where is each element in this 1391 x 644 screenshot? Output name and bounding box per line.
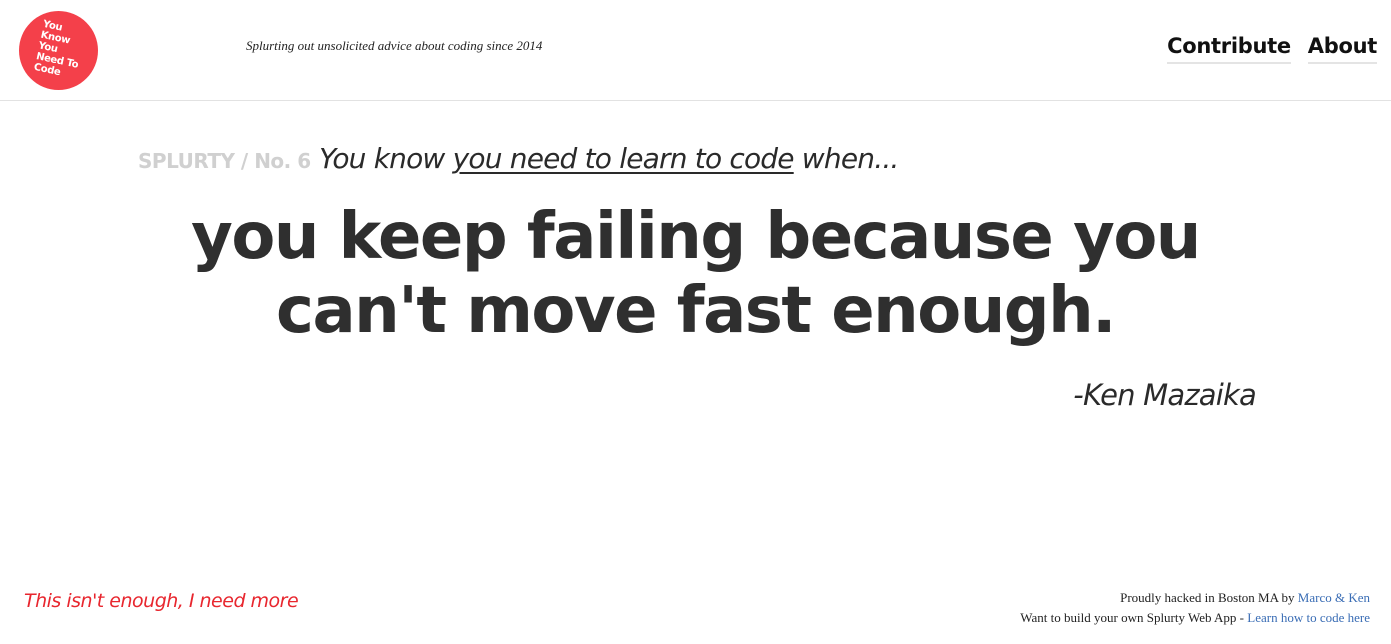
nav-about-link[interactable]: About (1307, 34, 1377, 64)
learn-to-code-link[interactable]: you need to learn to code (453, 142, 795, 175)
lead-sentence: You know you need to learn to code when.… (319, 142, 900, 175)
quote-author: -Ken Mazaika (1073, 378, 1257, 412)
build-line: Want to build your own Splurty Web App -… (1020, 608, 1370, 628)
logo-link[interactable]: You Know You Need To Code (19, 11, 98, 90)
more-splurties-link[interactable]: This isn't enough, I need more (24, 590, 299, 612)
learn-code-here-link[interactable]: Learn how to code here (1247, 610, 1370, 625)
credit-prefix: Proudly hacked in Boston MA by (1120, 590, 1298, 605)
quote-line-2: can't move fast enough. (276, 274, 1116, 348)
credit-line: Proudly hacked in Boston MA by Marco & K… (1020, 588, 1370, 608)
build-prefix: Want to build your own Splurty Web App - (1020, 610, 1248, 625)
lead-prefix: You know (319, 142, 453, 175)
nav-contribute-link[interactable]: Contribute (1167, 34, 1291, 64)
splurty-quote: you keep failing because you can't move … (0, 200, 1391, 348)
credits: Proudly hacked in Boston MA by Marco & K… (1020, 588, 1370, 628)
site-tagline: Splurting out unsolicited advice about c… (246, 38, 543, 53)
top-nav: Contribute About (1167, 34, 1377, 64)
quote-preface: SPLURTY / No. 6 You know you need to lea… (138, 142, 899, 175)
logo-text: You Know You Need To Code (32, 18, 79, 79)
site-header: You Know You Need To Code Splurting out … (0, 0, 1391, 101)
splurty-number: SPLURTY / No. 6 (138, 149, 311, 173)
authors-link[interactable]: Marco & Ken (1298, 590, 1370, 605)
lead-suffix: when... (793, 142, 900, 175)
quote-line-1: you keep failing because you (191, 200, 1201, 274)
